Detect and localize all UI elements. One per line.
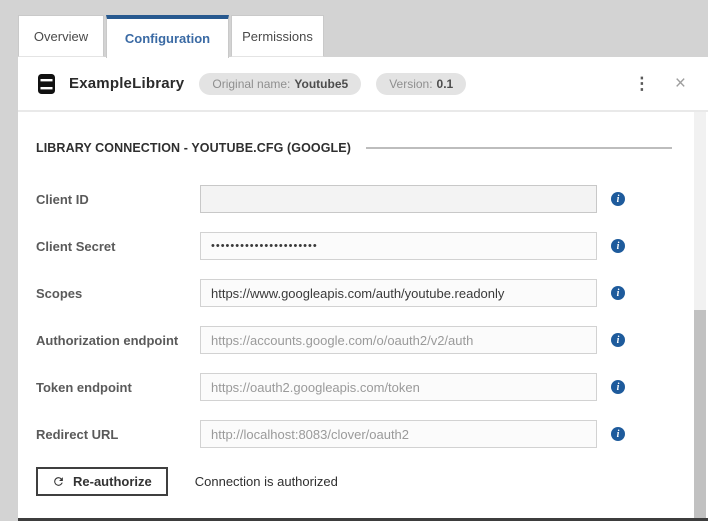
info-icon[interactable]: i [611, 192, 625, 206]
tab-permissions-label: Permissions [242, 28, 313, 44]
client-secret-label: Client Secret [36, 238, 116, 254]
panel-body: LIBRARY CONNECTION - YOUTUBE.CFG (GOOGLE… [18, 112, 708, 496]
library-book-icon [38, 73, 55, 94]
scopes-input[interactable] [200, 279, 597, 307]
token-endpoint-label: Token endpoint [36, 379, 132, 395]
tab-permissions[interactable]: Permissions [231, 15, 324, 57]
footer-row: Re-authorize Connection is authorized [36, 467, 708, 496]
page-title: ExampleLibrary [69, 75, 185, 92]
version-badge-value: 0.1 [436, 76, 454, 91]
authorization-endpoint-input[interactable] [200, 326, 597, 354]
connection-form: Client ID i Client Secret i Scopes i Aut… [36, 185, 708, 448]
section-heading: LIBRARY CONNECTION - YOUTUBE.CFG (GOOGLE… [36, 140, 708, 155]
close-icon[interactable]: × [675, 74, 686, 93]
tab-overview[interactable]: Overview [18, 15, 104, 57]
original-name-badge: Original name: Youtube5 [199, 72, 362, 95]
refresh-icon [52, 475, 65, 488]
original-name-badge-value: Youtube5 [294, 76, 349, 91]
field-row-client-id: Client ID i [36, 185, 708, 213]
configuration-panel: ExampleLibrary Original name: Youtube5 Ve… [18, 57, 708, 518]
section-divider [365, 146, 672, 149]
tab-configuration-label: Configuration [124, 31, 211, 46]
scrollbar-thumb[interactable] [694, 310, 706, 518]
connection-status-text: Connection is authorized [194, 474, 338, 489]
field-row-redirect-url: Redirect URL i [36, 420, 708, 448]
client-secret-input[interactable] [200, 232, 597, 260]
client-id-input[interactable] [200, 185, 597, 213]
info-icon[interactable]: i [611, 333, 625, 347]
version-badge: Version: 0.1 [376, 72, 467, 95]
tab-configuration[interactable]: Configuration [106, 15, 229, 58]
reauthorize-button-label: Re-authorize [73, 474, 152, 489]
client-id-label: Client ID [36, 191, 89, 207]
version-badge-label: Version: [389, 76, 433, 91]
info-icon[interactable]: i [611, 239, 625, 253]
panel-header: ExampleLibrary Original name: Youtube5 Ve… [18, 57, 708, 112]
field-row-client-secret: Client Secret i [36, 232, 708, 260]
token-endpoint-input[interactable] [200, 373, 597, 401]
section-title: LIBRARY CONNECTION - YOUTUBE.CFG (GOOGLE… [36, 140, 351, 155]
redirect-url-input[interactable] [200, 420, 597, 448]
reauthorize-button[interactable]: Re-authorize [36, 467, 168, 496]
tab-overview-label: Overview [33, 28, 89, 44]
scopes-label: Scopes [36, 285, 83, 301]
vertical-scrollbar[interactable] [694, 112, 706, 518]
kebab-menu-icon[interactable]: ⋮ [631, 75, 653, 92]
authorization-endpoint-label: Authorization endpoint [36, 332, 179, 348]
info-icon[interactable]: i [611, 380, 625, 394]
field-row-authorization-endpoint: Authorization endpoint i [36, 326, 708, 354]
field-row-token-endpoint: Token endpoint i [36, 373, 708, 401]
field-row-scopes: Scopes i [36, 279, 708, 307]
redirect-url-label: Redirect URL [36, 426, 119, 442]
tab-bar: Overview Configuration Permissions [18, 15, 324, 58]
original-name-badge-label: Original name: [212, 76, 291, 91]
info-icon[interactable]: i [611, 427, 625, 441]
info-icon[interactable]: i [611, 286, 625, 300]
